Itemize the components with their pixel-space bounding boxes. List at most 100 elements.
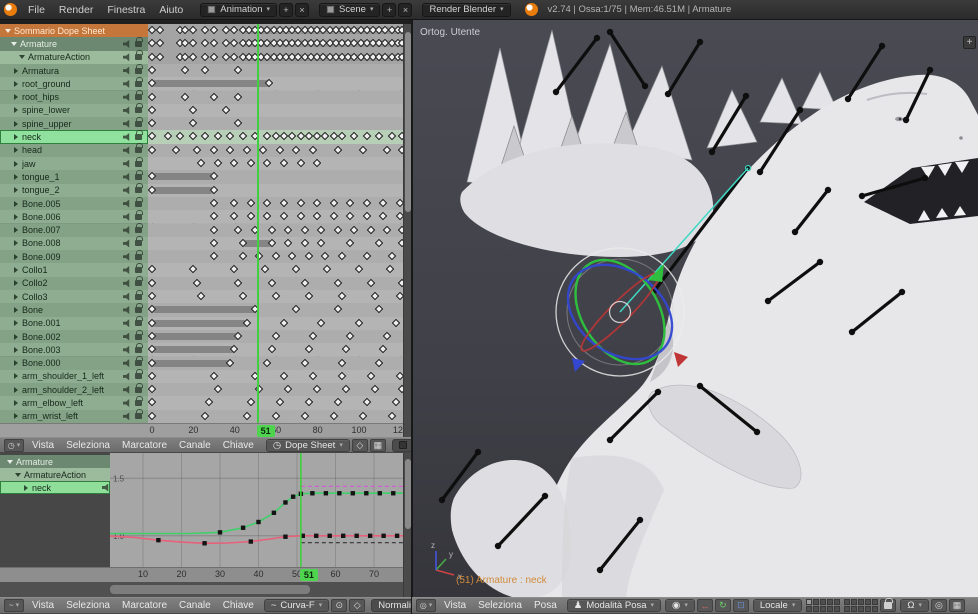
menu-item-seleziona[interactable]: Seleziona	[60, 438, 116, 452]
keyframe-diamond[interactable]	[366, 371, 376, 381]
keyframe-diamond[interactable]	[362, 132, 372, 141]
keyframe-diamond[interactable]	[283, 238, 293, 248]
mute-icon[interactable]	[123, 345, 130, 354]
channel-jaw[interactable]: jaw	[0, 156, 148, 171]
keyframe-diamond[interactable]	[395, 291, 403, 301]
lock-icon[interactable]	[135, 36, 143, 47]
scrollbar-handle[interactable]	[110, 585, 310, 594]
keyframe-diamond[interactable]	[366, 278, 376, 287]
keyframe-diamond[interactable]	[180, 39, 189, 48]
menu-item-marcatore[interactable]: Marcatore	[116, 598, 173, 613]
keyframe-diamond[interactable]	[261, 265, 270, 274]
mute-icon[interactable]	[123, 159, 130, 168]
layer-toggle[interactable]	[858, 606, 865, 612]
keyframe-diamond[interactable]	[387, 132, 396, 141]
expand-arrow-icon[interactable]	[14, 67, 18, 74]
keyframe-diamond[interactable]	[333, 305, 343, 314]
add-layout-button[interactable]: +	[279, 2, 294, 17]
expand-arrow-icon[interactable]	[14, 280, 18, 287]
channel-root-hips[interactable]: root_hips	[0, 90, 148, 104]
keyframe-diamond[interactable]	[292, 265, 301, 274]
keyframe-diamond[interactable]	[300, 278, 309, 287]
keyframe-diamond[interactable]	[323, 265, 332, 274]
keyframe-diamond[interactable]	[196, 291, 206, 301]
layer-toggle[interactable]	[844, 606, 851, 612]
keyframe-diamond[interactable]	[337, 371, 347, 381]
keyframe-diamond[interactable]	[370, 384, 380, 394]
keyframe-diamond[interactable]	[300, 238, 309, 248]
mute-icon[interactable]	[123, 199, 130, 208]
keyframe-diamond[interactable]	[366, 225, 376, 234]
lock-icon[interactable]	[135, 90, 143, 101]
keyframe-diamond[interactable]	[341, 384, 351, 394]
keyframe-diamond[interactable]	[213, 132, 222, 141]
expand-arrow-icon[interactable]	[14, 80, 18, 87]
keyframe-diamond[interactable]	[337, 251, 347, 261]
keyframe-diamond[interactable]	[350, 225, 359, 234]
expand-arrow-icon[interactable]	[14, 187, 18, 194]
keyframe-diamond[interactable]	[148, 65, 156, 75]
channel-bone-007[interactable]: Bone.007	[0, 223, 148, 237]
render-opengl-icon[interactable]: ◎	[930, 599, 947, 612]
expand-arrow-icon[interactable]	[14, 373, 18, 380]
mute-icon[interactable]	[123, 239, 130, 248]
keyframe-diamond[interactable]	[155, 25, 165, 35]
ghost-icon[interactable]: ◇	[351, 438, 368, 452]
lock-icon[interactable]	[135, 169, 143, 180]
keyframe-diamond[interactable]	[279, 198, 289, 208]
channel-armatura[interactable]: Armatura	[0, 63, 148, 78]
keyframe-diamond[interactable]	[230, 211, 239, 221]
keyframe-diamond[interactable]	[345, 331, 355, 341]
keyframe-diamond[interactable]	[148, 371, 156, 381]
keyframe-diamond[interactable]	[234, 118, 243, 128]
channel-armature[interactable]: Armature	[0, 36, 148, 51]
keyframe-diamond[interactable]	[321, 132, 330, 141]
delete-layout-button[interactable]: ×	[295, 2, 310, 17]
keyframe-diamond[interactable]	[209, 198, 218, 208]
channel-bone-003[interactable]: Bone.003	[0, 342, 148, 357]
keyframe-diamond[interactable]	[225, 132, 235, 141]
mute-icon[interactable]	[123, 66, 130, 75]
editor-type-dropdown[interactable]: ◎ ▾	[416, 599, 436, 612]
channel-bone-000[interactable]: Bone.000	[0, 356, 148, 370]
expand-arrow-icon[interactable]	[14, 147, 18, 154]
scene-dropdown[interactable]: Scene ▾	[319, 2, 381, 17]
keyframe-diamond[interactable]	[230, 158, 239, 168]
keyframe-diamond[interactable]	[263, 132, 272, 141]
keyframe-diamond[interactable]	[209, 52, 218, 61]
keyframe-diamond[interactable]	[267, 344, 276, 354]
layer-toggle[interactable]	[806, 599, 813, 605]
expand-arrow-icon[interactable]	[14, 134, 18, 141]
channel-bone-006[interactable]: Bone.006	[0, 209, 148, 224]
keyframe-diamond[interactable]	[379, 344, 388, 354]
keyframe-diamond[interactable]	[188, 105, 198, 115]
lock-icon[interactable]	[135, 156, 143, 167]
keyframe-diamond[interactable]	[201, 65, 210, 75]
keyframe-diamond[interactable]	[333, 225, 343, 234]
keyframe-diamond[interactable]	[209, 371, 218, 381]
keyframe-diamond[interactable]	[196, 158, 206, 168]
keyframe-diamond[interactable]	[180, 92, 189, 101]
mute-icon[interactable]	[123, 266, 130, 275]
keyframe-diamond[interactable]	[316, 225, 326, 234]
mute-icon[interactable]	[123, 412, 130, 421]
expand-arrow-icon[interactable]	[14, 107, 18, 114]
dopesheet-key-area[interactable]	[148, 24, 403, 423]
lock-icon[interactable]	[135, 143, 143, 154]
keyframe-diamond[interactable]	[304, 344, 314, 354]
keyframe-diamond[interactable]	[288, 132, 297, 141]
mute-icon[interactable]	[123, 292, 130, 301]
mute-icon[interactable]	[123, 359, 130, 368]
lock-icon[interactable]	[135, 369, 143, 380]
mute-icon[interactable]	[123, 146, 130, 155]
channel-arm-shoulder-1-left[interactable]: arm_shoulder_1_left	[0, 369, 148, 384]
keyframe-diamond[interactable]	[234, 65, 243, 75]
channel-sommario-dope-sheet[interactable]: Sommario Dope Sheet	[0, 24, 148, 38]
keyframe-diamond[interactable]	[192, 278, 202, 287]
keyframe-diamond[interactable]	[213, 384, 222, 394]
keyframe-diamond[interactable]	[341, 344, 351, 354]
keyframe-diamond[interactable]	[148, 39, 156, 48]
lock-icon[interactable]	[135, 103, 143, 114]
keyframe-diamond[interactable]	[225, 145, 235, 154]
keyframe-diamond[interactable]	[230, 52, 239, 61]
